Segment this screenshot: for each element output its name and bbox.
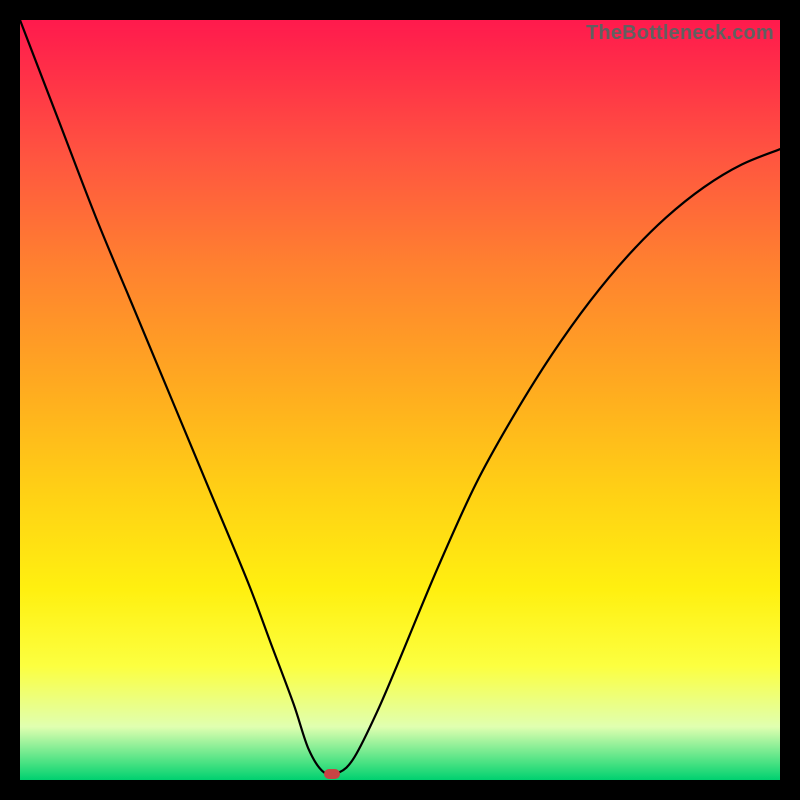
optimum-marker xyxy=(324,769,340,779)
plot-area: TheBottleneck.com xyxy=(20,20,780,780)
chart-frame: TheBottleneck.com xyxy=(0,0,800,800)
bottleneck-curve xyxy=(20,20,780,780)
